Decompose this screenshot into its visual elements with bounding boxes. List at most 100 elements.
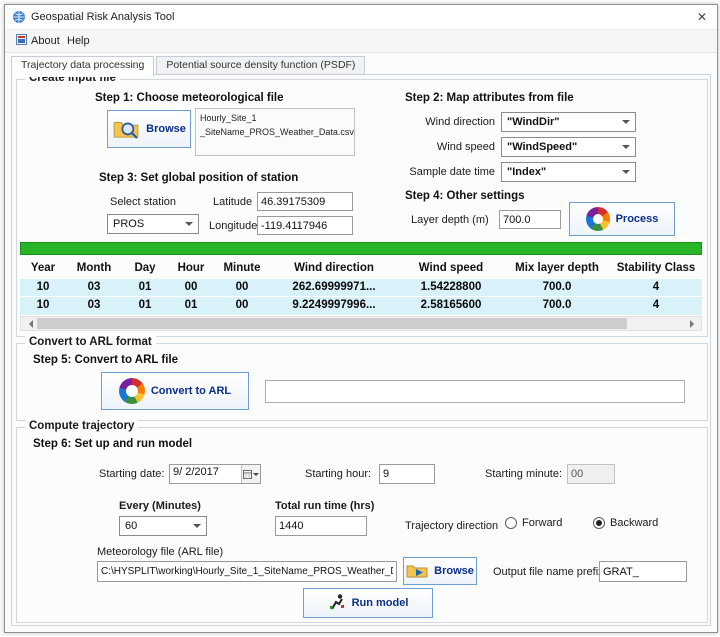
col-month: Month	[66, 258, 122, 278]
station-value: PROS	[113, 218, 144, 230]
radio-backward[interactable]: Backward	[593, 517, 658, 529]
col-day: Day	[122, 258, 168, 278]
table-row[interactable]: 10 03 01 00 00 262.69999971... 1.5422880…	[20, 278, 702, 297]
radio-forward-label: Forward	[522, 517, 562, 529]
col-wind-direction: Wind direction	[270, 258, 398, 278]
cell: 00	[168, 279, 214, 297]
radio-forward-circle-icon	[505, 517, 517, 529]
browse-met-file-button[interactable]: Browse	[107, 110, 191, 148]
cell: 700.0	[504, 297, 610, 315]
scroll-left-icon[interactable]	[21, 317, 36, 330]
scrollbar-thumb[interactable]	[37, 318, 627, 329]
station-select[interactable]: PROS	[107, 214, 199, 234]
wind-direction-label: Wind direction	[377, 116, 495, 128]
met-file-line1: Hourly_Site_1	[200, 112, 350, 126]
calendar-icon[interactable]	[241, 465, 260, 483]
menu-about[interactable]: About	[9, 30, 67, 52]
close-icon[interactable]: ✕	[687, 5, 717, 29]
sample-date-time-select[interactable]: "Index"	[501, 162, 636, 182]
cell: 4	[610, 297, 702, 315]
cell: 01	[122, 279, 168, 297]
title-bar: Geospatial Risk Analysis Tool ✕	[5, 5, 717, 30]
convert-progress-bar	[265, 380, 685, 403]
col-wind-speed: Wind speed	[398, 258, 504, 278]
starting-date-label: Starting date:	[99, 468, 164, 480]
starting-minute-label: Starting minute:	[485, 468, 562, 480]
table-header-row: Year Month Day Hour Minute Wind directio…	[20, 258, 702, 278]
table-row[interactable]: 10 03 01 01 00 9.2249997996... 2.5816560…	[20, 296, 702, 315]
starting-date-picker[interactable]: 9/ 2/2017	[169, 464, 261, 484]
cell: 01	[168, 297, 214, 315]
layer-depth-label: Layer depth (m)	[411, 214, 489, 226]
convert-to-arl-button[interactable]: Convert to ARL	[101, 372, 249, 410]
total-run-time-input[interactable]	[275, 516, 367, 536]
browse-arl-file-button[interactable]: Browse	[403, 557, 477, 585]
app-window: Geospatial Risk Analysis Tool ✕ About He…	[4, 4, 718, 633]
col-year: Year	[20, 258, 66, 278]
starting-date-value: 9/ 2/2017	[170, 465, 241, 483]
radio-forward[interactable]: Forward	[505, 517, 562, 529]
output-prefix-input[interactable]	[599, 561, 687, 582]
menu-about-label: About	[31, 35, 60, 47]
step3-label: Step 3: Set global position of station	[99, 172, 298, 184]
cell: 1.54228800	[398, 279, 504, 297]
convert-to-arl-label: Convert to ARL	[151, 385, 231, 397]
cell: 01	[122, 297, 168, 315]
tab-content: Create input file Step 1: Choose meteoro…	[11, 74, 711, 626]
app-icon	[12, 10, 26, 24]
col-minute: Minute	[214, 258, 270, 278]
tab-trajectory-data-processing[interactable]: Trajectory data processing	[11, 56, 154, 77]
starting-hour-label: Starting hour:	[305, 468, 371, 480]
about-icon	[16, 34, 27, 48]
browse-met-file-label: Browse	[146, 123, 186, 135]
radio-backward-circle-icon	[593, 517, 605, 529]
longitude-input[interactable]	[257, 216, 353, 235]
layer-depth-input[interactable]	[499, 210, 561, 229]
starting-hour-input[interactable]	[379, 464, 435, 484]
wind-speed-value: "WindSpeed"	[507, 141, 577, 153]
wind-speed-select[interactable]: "WindSpeed"	[501, 137, 636, 157]
run-model-label: Run model	[352, 597, 409, 609]
step5-label: Step 5: Convert to ARL file	[33, 354, 178, 366]
step6-label: Step 6: Set up and run model	[33, 438, 192, 450]
cell: 262.69999971...	[270, 279, 398, 297]
group-compute-trajectory: Compute trajectory Step 6: Set up and ru…	[16, 427, 708, 623]
step1-label: Step 1: Choose meteorological file	[95, 92, 284, 104]
menu-bar: About Help	[5, 30, 717, 53]
run-model-icon	[328, 593, 346, 614]
cell: 700.0	[504, 279, 610, 297]
scroll-right-icon[interactable]	[686, 317, 701, 330]
group-create-input-file: Create input file Step 1: Choose meteoro…	[16, 79, 708, 337]
col-hour: Hour	[168, 258, 214, 278]
group-convert-arl: Convert to ARL format Step 5: Convert to…	[16, 343, 708, 421]
tab-psdf[interactable]: Potential source density function (PSDF)	[156, 56, 365, 75]
wind-direction-select[interactable]: "WindDir"	[501, 112, 636, 132]
group-convert-title: Convert to ARL format	[25, 336, 156, 348]
cell: 03	[66, 279, 122, 297]
menu-help[interactable]: Help	[60, 30, 97, 52]
browse-arl-file-label: Browse	[434, 565, 474, 577]
cell: 00	[214, 297, 270, 315]
starting-minute-input	[567, 464, 615, 484]
met-arl-file-input[interactable]	[97, 561, 397, 582]
process-progress-bar	[20, 242, 702, 255]
cell: 10	[20, 297, 66, 315]
trajectory-direction-label: Trajectory direction	[405, 520, 498, 532]
output-prefix-label: Output file name prefix	[493, 566, 604, 578]
window-title: Geospatial Risk Analysis Tool	[31, 11, 174, 23]
run-model-button[interactable]: Run model	[303, 588, 433, 618]
cell: 00	[214, 279, 270, 297]
every-minutes-label: Every (Minutes)	[119, 500, 201, 512]
latitude-input[interactable]	[257, 192, 353, 211]
met-arl-file-label: Meteorology file (ARL file)	[97, 546, 223, 558]
process-button[interactable]: Process	[569, 202, 675, 236]
table-horizontal-scrollbar[interactable]	[20, 316, 702, 331]
every-minutes-select[interactable]: 60	[119, 516, 207, 536]
met-file-line2: _SiteName_PROS_Weather_Data.csv	[200, 126, 350, 140]
sample-date-time-value: "Index"	[507, 166, 546, 178]
process-pinwheel-icon	[586, 207, 610, 231]
process-label: Process	[616, 213, 659, 225]
folder-search-icon	[112, 117, 140, 142]
cell: 9.2249997996...	[270, 297, 398, 315]
convert-arl-icon	[119, 378, 145, 404]
